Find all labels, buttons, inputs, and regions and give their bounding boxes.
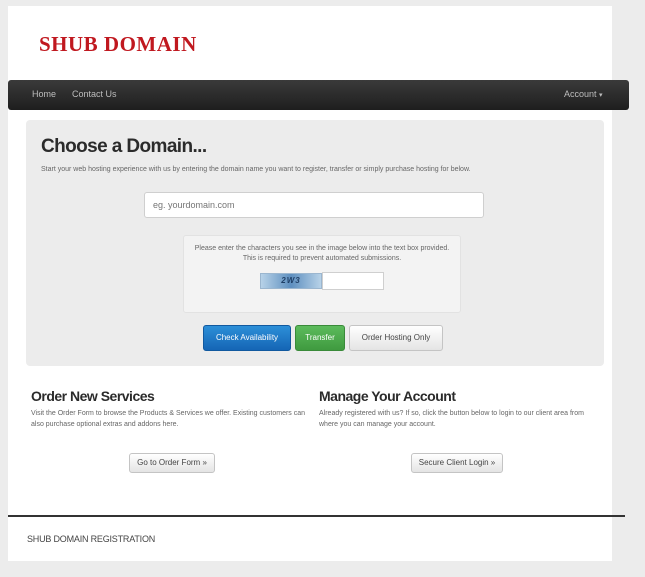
- captcha-image: 2W3: [260, 273, 322, 289]
- page: SHUB DOMAIN Home Contact Us Account ▾ Ch…: [8, 6, 629, 561]
- caret-down-icon: ▾: [599, 92, 603, 99]
- captcha-box: Please enter the characters you see in t…: [183, 235, 461, 313]
- account-label: Account: [564, 89, 597, 99]
- nav-account-menu[interactable]: Account ▾: [564, 89, 603, 99]
- page-title: Choose a Domain...: [41, 136, 207, 157]
- domain-search-input[interactable]: [144, 192, 484, 218]
- captcha-input[interactable]: [322, 272, 384, 290]
- check-availability-button[interactable]: Check Availability: [203, 325, 291, 351]
- nav-home-link[interactable]: Home: [32, 89, 56, 99]
- navbar: Home Contact Us Account ▾: [8, 80, 629, 110]
- order-services-text: Visit the Order Form to browse the Produ…: [31, 410, 306, 428]
- order-services-title: Order New Services: [31, 388, 155, 404]
- captcha-instructions: Please enter the characters you see in t…: [194, 245, 450, 262]
- domain-search-panel: Choose a Domain... Start your web hostin…: [26, 120, 604, 366]
- transfer-button[interactable]: Transfer: [295, 325, 345, 351]
- footer-divider: [8, 515, 625, 517]
- footer-text: SHUB DOMAIN REGISTRATION: [27, 534, 156, 544]
- brand-logo[interactable]: SHUB DOMAIN: [39, 32, 197, 57]
- manage-account-title: Manage Your Account: [319, 388, 456, 404]
- client-login-button[interactable]: Secure Client Login »: [411, 453, 503, 473]
- order-hosting-button[interactable]: Order Hosting Only: [349, 325, 443, 351]
- manage-account-text: Already registered with us? If so, click…: [319, 410, 584, 428]
- order-form-button[interactable]: Go to Order Form »: [129, 453, 215, 473]
- nav-contact-link[interactable]: Contact Us: [72, 89, 117, 99]
- intro-text: Start your web hosting experience with u…: [41, 166, 471, 173]
